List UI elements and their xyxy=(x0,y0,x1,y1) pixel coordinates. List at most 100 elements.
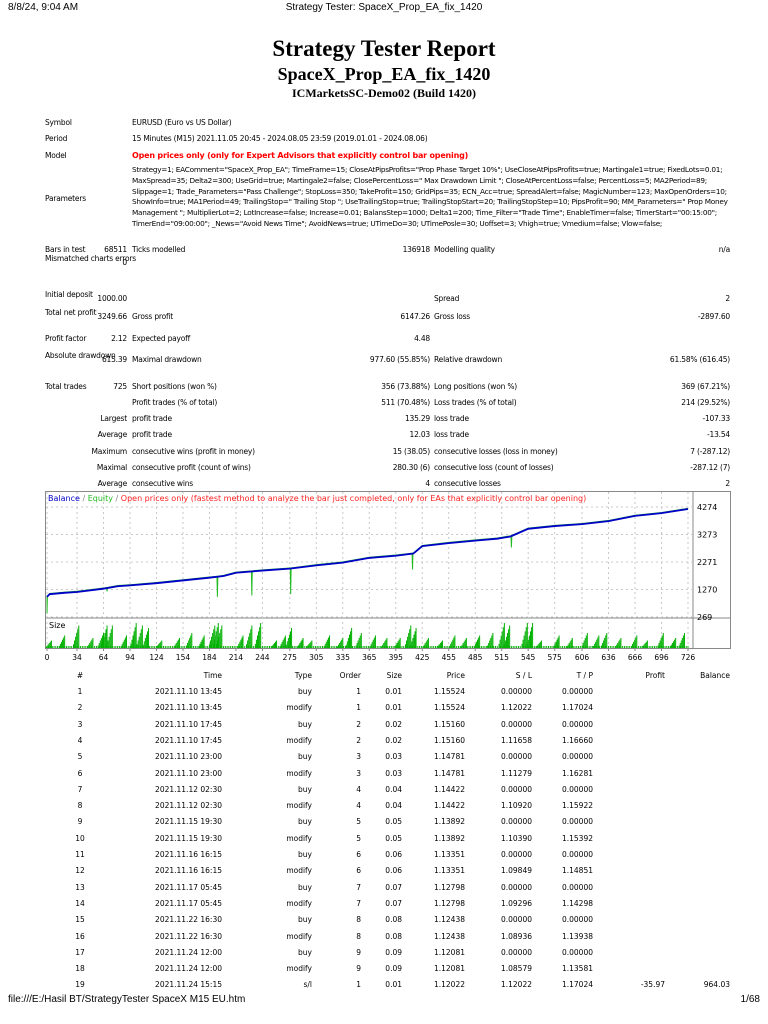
cell-sl: 0.00000 xyxy=(500,850,532,859)
summary-l3: Gross loss xyxy=(434,312,471,321)
cell-price: 1.13892 xyxy=(433,833,465,843)
cell-size: 0.07 xyxy=(385,882,402,892)
summary-l2: Gross profit xyxy=(132,312,174,321)
cell-order: 2 xyxy=(356,735,361,745)
x-tick-label: 455 xyxy=(442,653,457,662)
summary-v2: 977.60 (55.85%) xyxy=(369,355,430,364)
cell-sl: 0.00000 xyxy=(500,784,532,794)
chart-legend: Balance / Equity / Open prices only (fas… xyxy=(48,494,586,503)
table-row: 12 2021.11.16 16:15 modify 6 0.06 1.13351 1.09… xyxy=(45,866,730,878)
summary-v1: 615.39 xyxy=(101,355,127,364)
cell-price: 1.15524 xyxy=(433,703,465,713)
cell-num: 11 xyxy=(75,850,85,859)
header-order: Order xyxy=(339,671,361,680)
summary-v3: -107.33 xyxy=(702,414,730,423)
cell-price: 1.12438 xyxy=(433,931,465,941)
summary-l2: Ticks modelled xyxy=(132,245,186,254)
balance-equity-chart: 4274 3273 2271 1270 269 0 34 64 94 124 154 184 214 24… xyxy=(45,491,731,662)
cell-size: 0.09 xyxy=(385,964,402,974)
cell-time: 2021.11.10 13:45 xyxy=(155,687,222,696)
parameters-label: Parameters xyxy=(45,194,86,203)
summary-l2: Profit trades (% of total) xyxy=(132,398,218,407)
cell-sl: 1.11658 xyxy=(500,735,532,745)
summary-row: Mismatched charts errors 0 xyxy=(45,254,730,272)
summary-row: Maximum consecutive wins (profit in money… xyxy=(45,447,730,461)
cell-price: 1.14781 xyxy=(433,752,465,762)
cell-time: 2021.11.10 13:45 xyxy=(155,703,222,713)
cell-order: 6 xyxy=(356,850,361,859)
header-time: Time xyxy=(203,671,222,680)
cell-price: 1.12022 xyxy=(433,980,465,990)
x-tick-label: 335 xyxy=(336,653,351,662)
summary-row: Maximal consecutive profit (count of wins… xyxy=(45,463,730,477)
cell-tp: 0.00000 xyxy=(561,817,593,827)
cell-time: 2021.11.15 19:30 xyxy=(155,817,222,827)
cell-tp: 1.14851 xyxy=(561,866,593,876)
x-tick-label: 124 xyxy=(149,653,164,662)
cell-time: 2021.11.17 05:45 xyxy=(155,882,222,892)
summary-l2: Short positions (won %) xyxy=(132,382,217,391)
cell-size: 0.03 xyxy=(385,752,402,762)
cell-sl: 1.12022 xyxy=(500,980,532,990)
table-row: 3 2021.11.10 17:45 buy 2 0.02 1.15160 0.00000 0… xyxy=(45,720,730,732)
summary-l2: Maximal drawdown xyxy=(132,355,202,364)
cell-type: buy xyxy=(298,784,312,794)
cell-sl: 0.00000 xyxy=(500,882,532,892)
cell-time: 2021.11.22 16:30 xyxy=(155,915,222,925)
summary-l3: Modelling quality xyxy=(434,245,495,254)
cell-type: buy xyxy=(298,719,312,729)
cell-time: 2021.11.10 23:00 xyxy=(155,752,222,762)
server-build: ICMarketsSC-Demo02 (Build 1420) xyxy=(292,86,476,100)
table-row: 10 2021.11.15 19:30 modify 5 0.05 1.13892 1.10… xyxy=(45,834,730,846)
summary-v3: 369 (67.21%) xyxy=(681,382,730,391)
summary-l3: Spread xyxy=(434,294,460,303)
x-tick-label: 666 xyxy=(628,653,643,662)
table-row: 8 2021.11.12 02:30 modify 4 0.04 1.14422 1.109… xyxy=(45,801,730,813)
cell-tp: 0.00000 xyxy=(561,850,593,859)
table-row: 6 2021.11.10 23:00 modify 3 0.03 1.14781 1.112… xyxy=(45,769,730,781)
x-tick-label: 726 xyxy=(681,653,696,662)
cell-num: 10 xyxy=(75,833,85,843)
x-tick-label: 214 xyxy=(229,653,244,662)
summary-l2: profit trade xyxy=(132,414,172,423)
x-tick-label: 395 xyxy=(389,653,404,662)
y-tick-label: 4274 xyxy=(697,503,717,512)
summary-v2: 15 (38.05) xyxy=(392,447,430,456)
x-tick-label: 34 xyxy=(72,653,82,662)
cell-order: 1 xyxy=(356,703,361,713)
summary-l2: Expected payoff xyxy=(132,334,191,343)
cell-price: 1.15160 xyxy=(433,719,465,729)
x-tick-label: 64 xyxy=(99,653,109,662)
legend-equity: Equity xyxy=(88,494,114,503)
cell-tp: 0.00000 xyxy=(561,687,593,696)
x-tick-label: 184 xyxy=(202,653,217,662)
cell-order: 3 xyxy=(356,752,361,762)
cell-sl: 1.10920 xyxy=(500,801,532,811)
cell-price: 1.14422 xyxy=(433,801,465,811)
summary-v2: 135.29 xyxy=(404,414,430,423)
cell-order: 2 xyxy=(356,719,361,729)
x-tick-label: 545 xyxy=(521,653,536,662)
cell-order: 8 xyxy=(356,915,361,925)
x-tick-label: 275 xyxy=(283,653,298,662)
header-profit: Profit xyxy=(645,671,665,680)
x-tick-label: 696 xyxy=(654,653,669,662)
summary-row: Total trades 725 Short positions (won %) 35… xyxy=(45,382,730,396)
cell-sl: 0.00000 xyxy=(500,719,532,729)
cell-type: buy xyxy=(298,915,312,925)
cell-order: 8 xyxy=(356,931,361,941)
cell-price: 1.15160 xyxy=(433,735,465,745)
cell-num: 6 xyxy=(77,768,83,778)
cell-order: 1 xyxy=(356,687,361,696)
summary-l1: Profit factor xyxy=(45,334,87,343)
period-label: Period xyxy=(45,134,68,143)
summary-l3: consecutive losses (loss in money) xyxy=(434,447,558,456)
summary-v2: 12.03 xyxy=(409,430,431,439)
summary-v1: Average xyxy=(97,479,128,488)
cell-order: 9 xyxy=(356,947,361,957)
cell-num: 2 xyxy=(77,703,83,713)
cell-sl: 0.00000 xyxy=(500,915,532,925)
header-type: Type xyxy=(294,671,312,680)
cell-sl: 1.11279 xyxy=(500,768,532,778)
summary-v1: 725 xyxy=(113,382,127,391)
